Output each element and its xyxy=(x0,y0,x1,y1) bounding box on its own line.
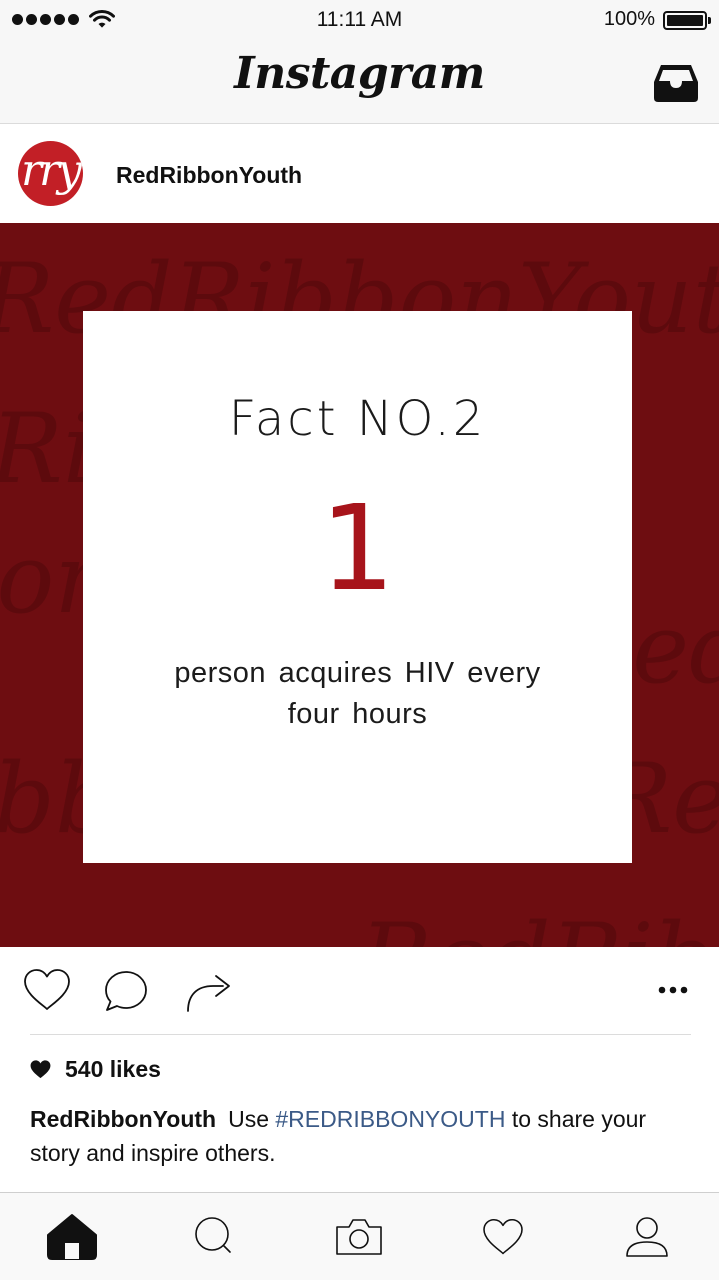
likes-row[interactable]: 540 likes xyxy=(30,1056,161,1083)
caption-text-start: Use xyxy=(228,1106,276,1132)
avatar-monogram: rry xyxy=(21,145,82,196)
nav-home[interactable] xyxy=(0,1193,144,1280)
fact-text: person acquires HIV every four hours xyxy=(174,657,541,730)
inbox-tray-icon[interactable] xyxy=(652,62,700,104)
fact-card: Fact NO.2 1 person acquires HIV every fo… xyxy=(83,311,632,863)
comment-icon[interactable] xyxy=(103,969,149,1013)
app-header: Instagram xyxy=(0,40,719,124)
camera-icon xyxy=(336,1219,382,1255)
heart-icon[interactable] xyxy=(23,968,71,1012)
fact-title: Fact NO.2 xyxy=(228,391,487,447)
bottom-nav xyxy=(0,1192,719,1280)
post-actions xyxy=(0,947,719,1035)
nav-activity[interactable] xyxy=(431,1193,575,1280)
nav-search[interactable] xyxy=(142,1193,286,1280)
battery-icon xyxy=(663,11,711,30)
activity-heart-icon xyxy=(483,1218,523,1255)
watermark-text: RedRibbonYouth xyxy=(360,903,719,947)
post-header: rry RedRibbonYouth xyxy=(0,124,719,223)
likes-count: 540 likes xyxy=(65,1056,161,1082)
post-image[interactable]: RedRibbonYouth RedRibbonYouth RedRibbonY… xyxy=(0,223,719,947)
avatar[interactable]: rry xyxy=(18,141,83,206)
profile-icon xyxy=(626,1217,668,1257)
post-caption: RedRibbonYouth Use #REDRIBBONYOUTH to sha… xyxy=(30,1102,700,1170)
instagram-logo[interactable]: Instagram xyxy=(0,48,719,99)
caption-username[interactable]: RedRibbonYouth xyxy=(30,1106,216,1132)
post-username[interactable]: RedRibbonYouth xyxy=(116,162,302,189)
caption-hashtag[interactable]: #REDRIBBONYOUTH xyxy=(275,1106,505,1132)
nav-camera[interactable] xyxy=(287,1193,431,1280)
heart-filled-icon xyxy=(30,1060,51,1079)
nav-profile[interactable] xyxy=(575,1193,719,1280)
status-bar: 11:11 AM 100% xyxy=(0,0,719,40)
actions-divider xyxy=(30,1034,691,1035)
share-icon[interactable] xyxy=(185,971,233,1013)
fact-number: 1 xyxy=(319,479,396,617)
more-dots-icon[interactable] xyxy=(657,985,689,995)
home-icon xyxy=(47,1214,97,1260)
battery-percentage: 100% xyxy=(603,8,655,30)
search-icon xyxy=(195,1217,231,1253)
